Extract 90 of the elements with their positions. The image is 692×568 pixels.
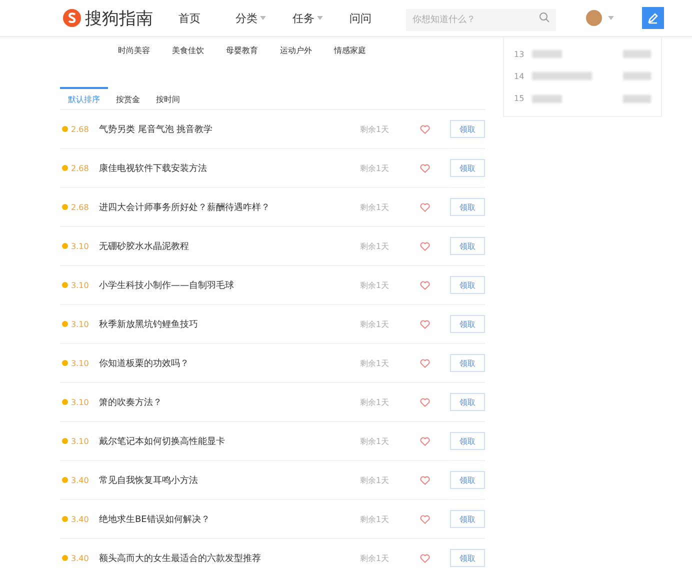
reward-amount: 3.10 [71, 242, 90, 250]
blurred-text [623, 94, 651, 103]
heart-icon[interactable] [420, 280, 430, 290]
task-title[interactable]: 额头高而大的女生最适合的六款发型推荐 [99, 552, 360, 564]
time-remaining: 剩余1天 [360, 358, 390, 368]
reward-amount: 3.10 [71, 280, 90, 290]
coin-icon [62, 321, 68, 327]
caret-icon [317, 16, 324, 20]
time-remaining: 剩余1天 [360, 552, 390, 564]
blurred-text [623, 72, 651, 80]
category-link[interactable]: 美食佳饮 [172, 45, 204, 67]
coin-icon [62, 282, 68, 288]
heart-icon[interactable] [420, 398, 430, 406]
nav-link[interactable]: 问问 [349, 10, 406, 26]
coin-icon [62, 360, 68, 366]
coin-icon [62, 516, 68, 522]
task-title[interactable]: 气势另类 尾音气泡 挑音教学 [99, 122, 360, 136]
caret-icon [608, 16, 614, 20]
coin-icon [62, 204, 68, 210]
rank-number: 15 [514, 94, 526, 104]
time-remaining: 剩余1天 [360, 318, 390, 330]
blurred-text [532, 94, 562, 103]
time-remaining: 剩余1天 [360, 240, 390, 252]
heart-icon[interactable] [420, 476, 430, 484]
time-remaining: 剩余1天 [360, 202, 390, 212]
search-field[interactable]: 你想知道什么？ [406, 9, 556, 31]
task-title[interactable]: 你知道板栗的功效吗？ [99, 356, 360, 370]
rank-number: 14 [514, 72, 526, 81]
coin-icon [62, 438, 68, 444]
reward-amount: 2.68 [71, 124, 90, 134]
search-icon[interactable] [539, 12, 550, 23]
sort-tab[interactable]: 按时间 [148, 87, 188, 109]
blurred-text [532, 50, 562, 58]
reward-amount: 2.68 [71, 202, 90, 212]
edit-button[interactable] [642, 7, 664, 29]
heart-icon[interactable] [420, 124, 430, 134]
time-remaining: 剩余1天 [360, 396, 390, 408]
heart-icon[interactable] [420, 554, 430, 562]
nav-link[interactable]: 分类 [235, 10, 292, 26]
coin-icon [62, 477, 68, 483]
task-title[interactable]: 常见自我恢复耳鸣小方法 [99, 474, 360, 486]
reward-amount: 3.40 [71, 514, 90, 524]
task-title[interactable]: 秋季新放黑坑钓鲤鱼技巧 [99, 318, 360, 330]
heart-icon[interactable] [420, 514, 430, 524]
heart-icon[interactable] [420, 242, 430, 250]
time-remaining: 剩余1天 [360, 280, 390, 290]
heart-icon[interactable] [420, 436, 430, 446]
sort-tab[interactable]: 按赏金 [108, 87, 148, 109]
coin-icon [62, 126, 68, 132]
heart-icon[interactable] [420, 164, 430, 172]
coin-icon [62, 165, 68, 171]
logo-icon [62, 8, 82, 28]
caret-icon [260, 16, 266, 20]
category-link[interactable]: 情感家庭 [334, 45, 366, 67]
category-link[interactable]: 时尚美容 [118, 45, 150, 67]
heart-icon[interactable] [420, 320, 430, 328]
time-remaining: 剩余1天 [360, 162, 390, 174]
coin-icon [62, 555, 68, 561]
nav-link[interactable]: 首页 [178, 10, 236, 26]
reward-amount: 3.40 [71, 554, 90, 562]
time-remaining: 剩余1天 [360, 436, 390, 446]
avatar[interactable] [586, 10, 602, 26]
task-title[interactable]: 康佳电视软件下载安装方法 [99, 162, 360, 174]
reward-amount: 3.40 [71, 476, 90, 484]
task-title[interactable]: 绝地求生BE错误如何解决？ [99, 512, 360, 526]
logo-text[interactable]: 搜狗指南 [85, 6, 153, 30]
reward-amount: 3.10 [71, 358, 90, 368]
reward-amount: 3.10 [71, 398, 90, 406]
time-remaining: 剩余1天 [360, 474, 390, 486]
rank-number: 13 [514, 50, 526, 59]
time-remaining: 剩余1天 [360, 124, 390, 134]
nav-link[interactable]: 任务 [292, 10, 350, 26]
task-title[interactable]: 无硼砂胶水水晶泥教程 [99, 240, 360, 252]
category-link[interactable]: 运动户外 [280, 45, 312, 67]
heart-icon[interactable] [420, 358, 430, 368]
reward-amount: 2.68 [71, 164, 90, 172]
blurred-text [532, 72, 592, 80]
reward-amount: 3.10 [71, 436, 90, 446]
task-title[interactable]: 小学生科技小制作——自制羽毛球 [99, 278, 360, 292]
category-link[interactable]: 母婴教育 [226, 45, 258, 67]
coin-icon [62, 243, 68, 249]
task-title[interactable]: 箫的吹奏方法？ [99, 396, 360, 408]
blurred-text [623, 50, 651, 58]
time-remaining: 剩余1天 [360, 514, 390, 524]
heart-icon[interactable] [420, 202, 430, 212]
reward-amount: 3.10 [71, 320, 90, 328]
task-title[interactable]: 戴尔笔记本如何切换高性能显卡 [99, 434, 360, 448]
coin-icon [62, 399, 68, 405]
task-title[interactable]: 进四大会计师事务所好处？薪酬待遇咋样？ [99, 200, 360, 214]
pencil-icon [647, 12, 660, 24]
